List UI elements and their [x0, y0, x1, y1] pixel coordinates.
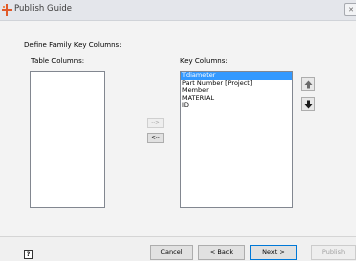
cancel-button[interactable]: Cancel	[150, 245, 193, 260]
move-up-button[interactable]	[301, 77, 315, 91]
publish-button[interactable]: Publish	[311, 245, 356, 260]
key-column-item[interactable]: MATERIAL	[181, 94, 292, 103]
table-columns-list[interactable]	[30, 71, 105, 208]
key-columns-label: Key Columns:	[180, 57, 228, 65]
remove-from-key-button[interactable]: <--	[147, 133, 164, 143]
arrow-up-icon	[304, 80, 313, 89]
table-columns-label: Table Columns:	[31, 57, 85, 65]
help-button[interactable]: ?	[24, 250, 33, 259]
close-button[interactable]: ✕	[344, 3, 356, 16]
window-title: Publish Guide	[14, 4, 72, 14]
add-to-key-button[interactable]: -->	[147, 118, 164, 128]
title-bar: Publish Guide ✕	[0, 0, 356, 21]
page-heading: Define Family Key Columns:	[24, 41, 122, 49]
key-columns-list[interactable]: Tdiameter Part Number [Project] Member M…	[180, 71, 293, 208]
arrow-down-icon	[304, 100, 313, 109]
close-icon: ✕	[348, 6, 354, 14]
back-button[interactable]: < Back	[198, 245, 245, 260]
publish-guide-icon	[2, 4, 12, 16]
next-button[interactable]: Next >	[250, 245, 297, 260]
move-down-button[interactable]	[301, 97, 315, 111]
key-column-item[interactable]: ID	[181, 102, 292, 110]
